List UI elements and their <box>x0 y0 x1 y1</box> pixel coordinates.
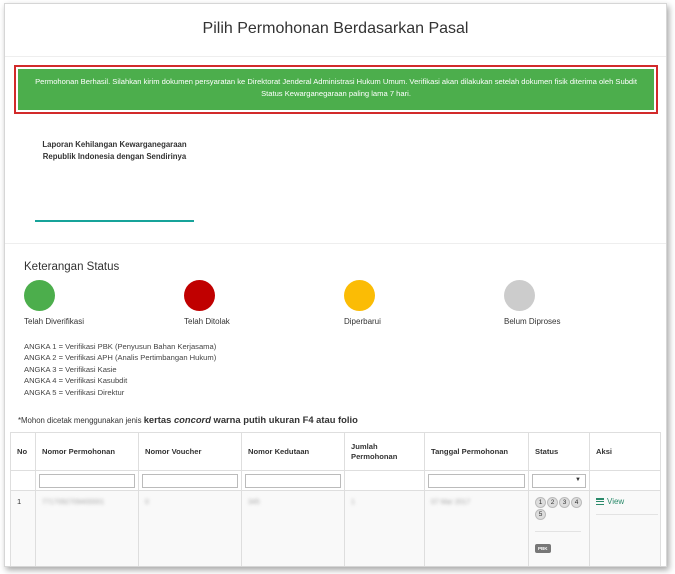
print-note-italic: concord <box>173 414 211 425</box>
print-note: *Mohon dicetak menggunakan jenis kertas … <box>18 414 358 425</box>
filter-nomor-voucher-input[interactable] <box>142 473 238 488</box>
cell-nomor-voucher: 0 <box>138 490 242 566</box>
print-note-prefix: *Mohon dicetak menggunakan jenis <box>18 416 144 425</box>
header-nomor-permohonan[interactable]: Nomor Permohonan <box>35 432 139 471</box>
app-window: Pilih Permohonan Berdasarkan Pasal Permo… <box>4 3 667 567</box>
filter-nomor-permohonan-input[interactable] <box>39 473 135 488</box>
redacted-value: 7717092709400001 <box>42 499 105 506</box>
redacted-value: 0 <box>145 499 149 506</box>
legend-rejected: Telah Ditolak <box>184 280 304 326</box>
status-legend-heading: Keterangan Status <box>24 261 120 273</box>
success-alert: Permohonan Berhasil. Silahkan kirim doku… <box>18 69 654 110</box>
legend-label: Telah Diverifikasi <box>24 317 85 326</box>
header-jumlah-permohonan[interactable]: Jumlah Permohonan <box>344 432 425 471</box>
header-status[interactable]: Status <box>528 432 590 471</box>
active-tab-indicator <box>35 220 194 222</box>
redacted-value: 07 Mar 2017 <box>431 499 471 506</box>
header-nomor-voucher[interactable]: Nomor Voucher <box>138 432 242 471</box>
legend-label: Diperbarui <box>344 317 381 326</box>
list-icon <box>596 498 604 506</box>
filter-cell-empty <box>10 470 36 491</box>
redacted-value: 1 <box>351 499 355 506</box>
view-label: View <box>607 497 625 506</box>
print-note-emphasis-2: warna putih ukuran F4 atau folio <box>210 414 358 425</box>
header-nomor-kedutaan[interactable]: Nomor Kedutaan <box>241 432 345 471</box>
table-filter-row: ▼ <box>10 470 661 491</box>
filter-cell <box>241 470 345 491</box>
grey-status-dot-icon <box>504 280 535 311</box>
header-no[interactable]: No <box>10 432 36 471</box>
legend-not-processed: Belum Diproses <box>504 280 624 326</box>
step-circle: 4 <box>571 497 582 508</box>
verification-steps: 1 2 3 4 5 <box>535 497 583 520</box>
view-link[interactable]: View <box>596 497 654 506</box>
alert-highlight: Permohonan Berhasil. Silahkan kirim doku… <box>14 65 658 114</box>
angka-item: ANGKA 4 = Verifikasi Kasubdit <box>24 376 128 386</box>
filter-tanggal-permohonan-input[interactable] <box>428 473 525 488</box>
legend-label: Telah Ditolak <box>184 317 230 326</box>
redacted-value: 345 <box>248 499 260 506</box>
permohonan-table: No Nomor Permohonan Nomor Voucher Nomor … <box>10 432 661 566</box>
print-note-emphasis-1: kertas <box>143 414 174 425</box>
cell-status: 1 2 3 4 5 PBK <box>528 490 590 566</box>
green-status-dot-icon <box>24 280 55 311</box>
dropdown-caret-icon: ▼ <box>575 476 581 483</box>
step-circle: 5 <box>535 509 546 520</box>
angka-item: ANGKA 2 = Verifikasi APH (Analis Pertimb… <box>24 353 217 363</box>
filter-cell-empty <box>589 470 661 491</box>
cell-jumlah-permohonan: 1 <box>344 490 425 566</box>
filter-cell-empty <box>344 470 425 491</box>
cell-nomor-kedutaan: 345 <box>241 490 345 566</box>
cell-nomor-permohonan: 7717092709400001 <box>35 490 139 566</box>
legend-updated: Diperbarui <box>344 280 464 326</box>
cell-no: 1 <box>10 490 36 566</box>
filter-cell <box>138 470 242 491</box>
yellow-status-dot-icon <box>344 280 375 311</box>
step-circle: 3 <box>559 497 570 508</box>
filter-status-select[interactable]: ▼ <box>532 473 586 488</box>
angka-legend: ANGKA 1 = Verifikasi PBK (Penyusun Bahan… <box>24 341 216 398</box>
step-circle: 2 <box>547 497 558 508</box>
section-divider <box>5 243 666 244</box>
step-circle: 1 <box>535 497 546 508</box>
angka-item: ANGKA 3 = Verifikasi Kasie <box>24 364 117 374</box>
aksi-divider <box>596 514 658 515</box>
angka-item: ANGKA 5 = Verifikasi Direktur <box>24 387 125 397</box>
legend-verified: Telah Diverifikasi <box>24 280 144 326</box>
page-title: Pilih Permohonan Berdasarkan Pasal <box>202 20 469 37</box>
angka-item: ANGKA 1 = Verifikasi PBK (Penyusun Bahan… <box>24 342 217 351</box>
filter-nomor-kedutaan-input[interactable] <box>245 473 341 488</box>
filter-cell <box>35 470 139 491</box>
red-status-dot-icon <box>184 280 215 311</box>
header-tanggal-permohonan[interactable]: Tanggal Permohonan <box>424 432 529 471</box>
cell-aksi: View <box>589 490 661 566</box>
legend-label: Belum Diproses <box>504 317 561 326</box>
table-header-row: No Nomor Permohonan Nomor Voucher Nomor … <box>10 432 661 471</box>
cell-tanggal-permohonan: 07 Mar 2017 <box>424 490 529 566</box>
table-row: 1 7717092709400001 0 345 1 07 Mar 2017 1… <box>10 490 661 566</box>
filter-cell: ▼ <box>528 470 590 491</box>
header-aksi: Aksi <box>589 432 661 471</box>
title-divider <box>5 56 666 57</box>
tab-laporan-kehilangan[interactable]: Laporan Kehilangan Kewarganegaraan Repub… <box>35 139 194 163</box>
status-badge: PBK <box>535 544 551 553</box>
filter-cell <box>424 470 529 491</box>
status-divider <box>535 531 581 532</box>
